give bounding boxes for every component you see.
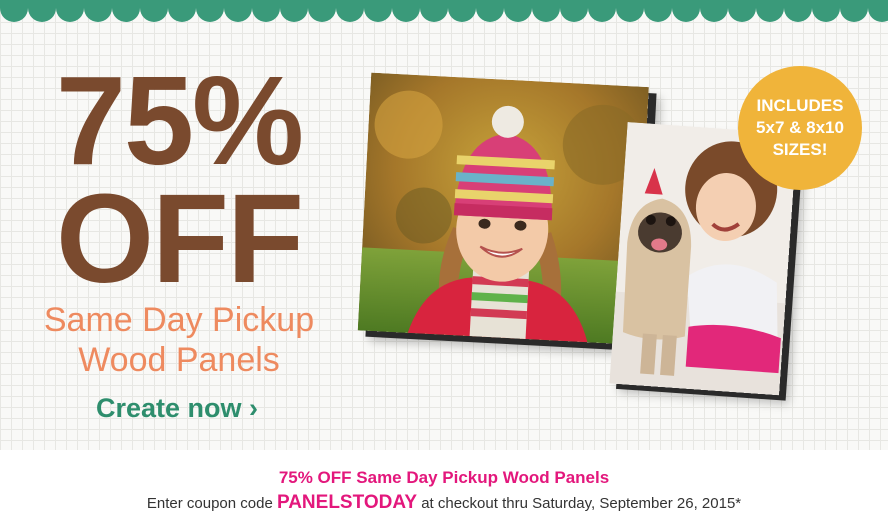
scallop [196, 0, 224, 22]
create-now-link[interactable]: Create now › [96, 393, 258, 424]
scallop [56, 0, 84, 22]
scallop [672, 0, 700, 22]
scallop [840, 0, 868, 22]
coupon-text-after: at checkout thru Saturday, September 26,… [417, 495, 742, 512]
scallop [532, 0, 560, 22]
discount-headline: 75% OFF [24, 50, 334, 309]
scallop [28, 0, 56, 22]
coupon-text-before: Enter coupon code [146, 495, 277, 512]
scallop [728, 0, 756, 22]
girl-in-striped-knit-hat-photo [357, 72, 649, 345]
badge-line-2: 5x7 & 8x10 [756, 118, 844, 137]
scallop [868, 0, 888, 22]
scallop [504, 0, 532, 22]
badge-line-3: SIZES! [772, 140, 828, 159]
discount-off: OFF [56, 168, 304, 309]
discount-percent: 75% [55, 50, 304, 191]
scallop [420, 0, 448, 22]
scallop [0, 0, 28, 22]
badge-line-1: INCLUDES [756, 96, 844, 115]
scallop [364, 0, 392, 22]
scallop [476, 0, 504, 22]
scallop [700, 0, 728, 22]
promo-banner[interactable]: 75% OFF Same Day Pickup Wood Panels Crea… [0, 0, 888, 450]
scallop [616, 0, 644, 22]
scallop [84, 0, 112, 22]
scallop [784, 0, 812, 22]
scallop [336, 0, 364, 22]
offer-title: 75% OFF Same Day Pickup Wood Panels [278, 468, 610, 487]
scallop [280, 0, 308, 22]
scallop [168, 0, 196, 22]
coupon-instructions: Enter coupon code PANELSTODAY at checkou… [0, 492, 888, 514]
sizes-badge: INCLUDES 5x7 & 8x10 SIZES! [738, 66, 862, 190]
scallop [112, 0, 140, 22]
scallop [448, 0, 476, 22]
scallop [644, 0, 672, 22]
scallop [224, 0, 252, 22]
subhead-line-2: Wood Panels [78, 341, 280, 379]
scallop [308, 0, 336, 22]
product-subhead: Same Day Pickup Wood Panels [24, 300, 334, 380]
scalloped-border [0, 0, 888, 22]
subhead-line-1: Same Day Pickup [43, 301, 315, 339]
coupon-code: PANELSTODAY [276, 492, 418, 513]
scallop [756, 0, 784, 22]
scallop [392, 0, 420, 22]
scallop [588, 0, 616, 22]
scallop [812, 0, 840, 22]
scallop [140, 0, 168, 22]
scallop [252, 0, 280, 22]
scallop [560, 0, 588, 22]
